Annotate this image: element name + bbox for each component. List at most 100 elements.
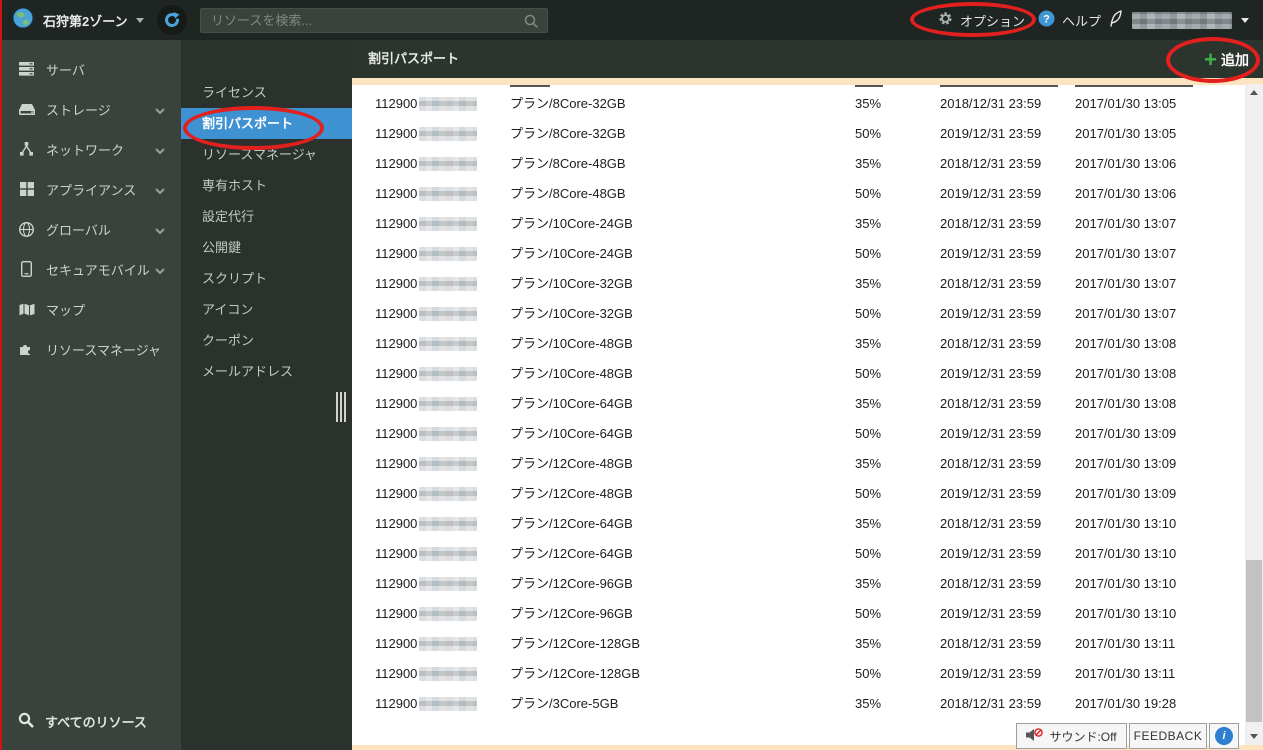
subnav-config-proxy[interactable]: 設定代行 [181,201,352,232]
table-row[interactable]: 112900 プラン/8Core-32GB 50% 2019/12/31 23:… [352,119,1245,149]
quill-icon [1108,9,1124,31]
created-date: 2017/01/30 13:10 [1075,576,1177,591]
table-row[interactable]: 112900 プラン/12Core-64GB 50% 2019/12/31 23… [352,539,1245,569]
table-row[interactable]: 112900 プラン/10Core-64GB 50% 2019/12/31 23… [352,419,1245,449]
globe-icon [18,221,35,237]
table-row[interactable]: 112900 プラン/10Core-24GB 35% 2018/12/31 23… [352,209,1245,239]
options-button[interactable]: オプション [938,0,1025,40]
discount-rate: 35% [855,516,882,531]
created-date: 2017/01/30 13:06 [1075,186,1177,201]
subnav-dedicated-host[interactable]: 専有ホスト [181,170,352,201]
mobile-icon [18,261,35,277]
refresh-button[interactable] [157,5,187,35]
redacted-id-block [419,157,477,171]
redacted-id-block [419,697,477,711]
discount-rate: 35% [855,96,882,111]
expire-date: 2019/12/31 23:59 [940,366,1042,381]
discount-rate: 50% [855,186,882,201]
sidebar-item-storage[interactable]: ストレージ [0,89,181,129]
discount-rate: 50% [855,126,882,141]
table-row[interactable]: 112900 プラン/12Core-96GB 35% 2018/12/31 23… [352,569,1245,599]
search-input[interactable] [201,9,547,32]
redacted-id-block [419,577,477,591]
subnav-mail-address[interactable]: メールアドレス [181,356,352,387]
puzzle-icon [18,342,35,356]
subnav-license[interactable]: ライセンス [181,77,352,108]
expire-date: 2018/12/31 23:59 [940,336,1042,351]
expire-date: 2018/12/31 23:59 [940,276,1042,291]
redacted-id-block [419,97,477,111]
expire-date: 2018/12/31 23:59 [940,156,1042,171]
add-button[interactable]: + 追加 [1204,47,1249,72]
expire-date: 2019/12/31 23:59 [940,186,1042,201]
sidebar-item-appliance[interactable]: アプライアンス [0,169,181,209]
table-row[interactable]: 112900 プラン/8Core-32GB 35% 2018/12/31 23:… [352,89,1245,119]
table-row[interactable]: 112900 プラン/12Core-64GB 35% 2018/12/31 23… [352,509,1245,539]
list-top-strip [352,78,1263,85]
sidebar-item-map[interactable]: マップ [0,289,181,329]
expire-date: 2019/12/31 23:59 [940,426,1042,441]
table-row[interactable]: 112900 プラン/12Core-96GB 50% 2019/12/31 23… [352,599,1245,629]
scroll-down-icon [1250,734,1258,739]
refresh-icon [165,12,180,27]
all-resources-button[interactable]: すべてのリソース [0,700,181,742]
table-row[interactable]: 112900 プラン/10Core-24GB 50% 2019/12/31 23… [352,239,1245,269]
discount-rate: 35% [855,456,882,471]
table-row[interactable]: 112900 プラン/3Core-5GB 35% 2018/12/31 23:5… [352,689,1245,719]
table-row[interactable]: 112900 プラン/10Core-32GB 50% 2019/12/31 23… [352,299,1245,329]
subnav-resource-manager[interactable]: リソースマネージャ [181,139,352,170]
table-row[interactable]: 112900 プラン/12Core-48GB 50% 2019/12/31 23… [352,479,1245,509]
sidebar-item-server[interactable]: サーバ [0,49,181,89]
expire-date: 2018/12/31 23:59 [940,576,1042,591]
passport-id: 112900 [375,96,418,111]
top-bar: 石狩第2ゾーン オプション ? ヘルプ [0,0,1263,40]
discount-rate: 50% [855,606,882,621]
feedback-button[interactable]: FEEDBACK [1129,723,1207,749]
created-date: 2017/01/30 13:11 [1075,636,1176,651]
sound-toggle-button[interactable]: サウンド:Off [1016,723,1127,749]
chevron-down-icon [155,222,165,237]
plan-name: プラン/8Core-48GB [510,186,626,201]
chevron-down-icon [155,262,165,277]
help-label: ヘルプ [1062,13,1102,29]
app-window: 石狩第2ゾーン オプション ? ヘルプ [0,0,1263,750]
sidebar-item-network[interactable]: ネットワーク [0,129,181,169]
discount-rate: 50% [855,486,882,501]
subnav-script[interactable]: スクリプト [181,263,352,294]
passport-id: 112900 [375,696,418,711]
scroll-up-icon [1250,90,1258,95]
redacted-id-block [419,457,477,471]
table-row[interactable]: 112900 プラン/10Core-32GB 35% 2018/12/31 23… [352,269,1245,299]
vertical-scrollbar[interactable] [1245,84,1263,745]
expire-date: 2019/12/31 23:59 [940,126,1042,141]
account-menu[interactable] [1108,0,1249,40]
table-row[interactable]: 112900 プラン/12Core-128GB 50% 2019/12/31 2… [352,659,1245,689]
subnav-icon[interactable]: アイコン [181,294,352,325]
table-row[interactable]: 112900 プラン/10Core-64GB 35% 2018/12/31 23… [352,389,1245,419]
sidebar-item-global[interactable]: グローバル [0,209,181,249]
plan-name: プラン/12Core-96GB [510,606,633,621]
sidebar-resize-handle[interactable] [336,392,350,422]
sidebar-item-secure-mobile[interactable]: セキュアモバイル [0,249,181,289]
created-date: 2017/01/30 13:08 [1075,396,1177,411]
subnav-discount-passport[interactable]: 割引パスポート [181,108,352,139]
table-row[interactable]: 112900 プラン/10Core-48GB 35% 2018/12/31 23… [352,329,1245,359]
table-row[interactable]: 112900 プラン/8Core-48GB 50% 2019/12/31 23:… [352,179,1245,209]
table-row[interactable]: 112900 プラン/8Core-48GB 35% 2018/12/31 23:… [352,149,1245,179]
table-row[interactable]: 112900 プラン/10Core-48GB 50% 2019/12/31 23… [352,359,1245,389]
subnav-public-key[interactable]: 公開鍵 [181,232,352,263]
info-button[interactable]: i [1209,723,1239,749]
table-row[interactable]: 112900 プラン/12Core-128GB 35% 2018/12/31 2… [352,629,1245,659]
plan-name: プラン/8Core-32GB [510,96,626,111]
zone-selector[interactable]: 石狩第2ゾーン [12,0,144,40]
scroll-down-button[interactable] [1245,728,1263,745]
help-button[interactable]: ? ヘルプ [1038,0,1101,40]
storage-icon [18,103,35,116]
subnav-coupon[interactable]: クーポン [181,325,352,356]
scroll-up-button[interactable] [1245,84,1263,101]
scrollbar-thumb[interactable] [1246,560,1262,722]
sidebar-item-resource-manager[interactable]: リソースマネージャ [0,329,181,369]
passport-id: 112900 [375,216,418,231]
plan-name: プラン/10Core-48GB [510,336,633,351]
table-row[interactable]: 112900 プラン/12Core-48GB 35% 2018/12/31 23… [352,449,1245,479]
